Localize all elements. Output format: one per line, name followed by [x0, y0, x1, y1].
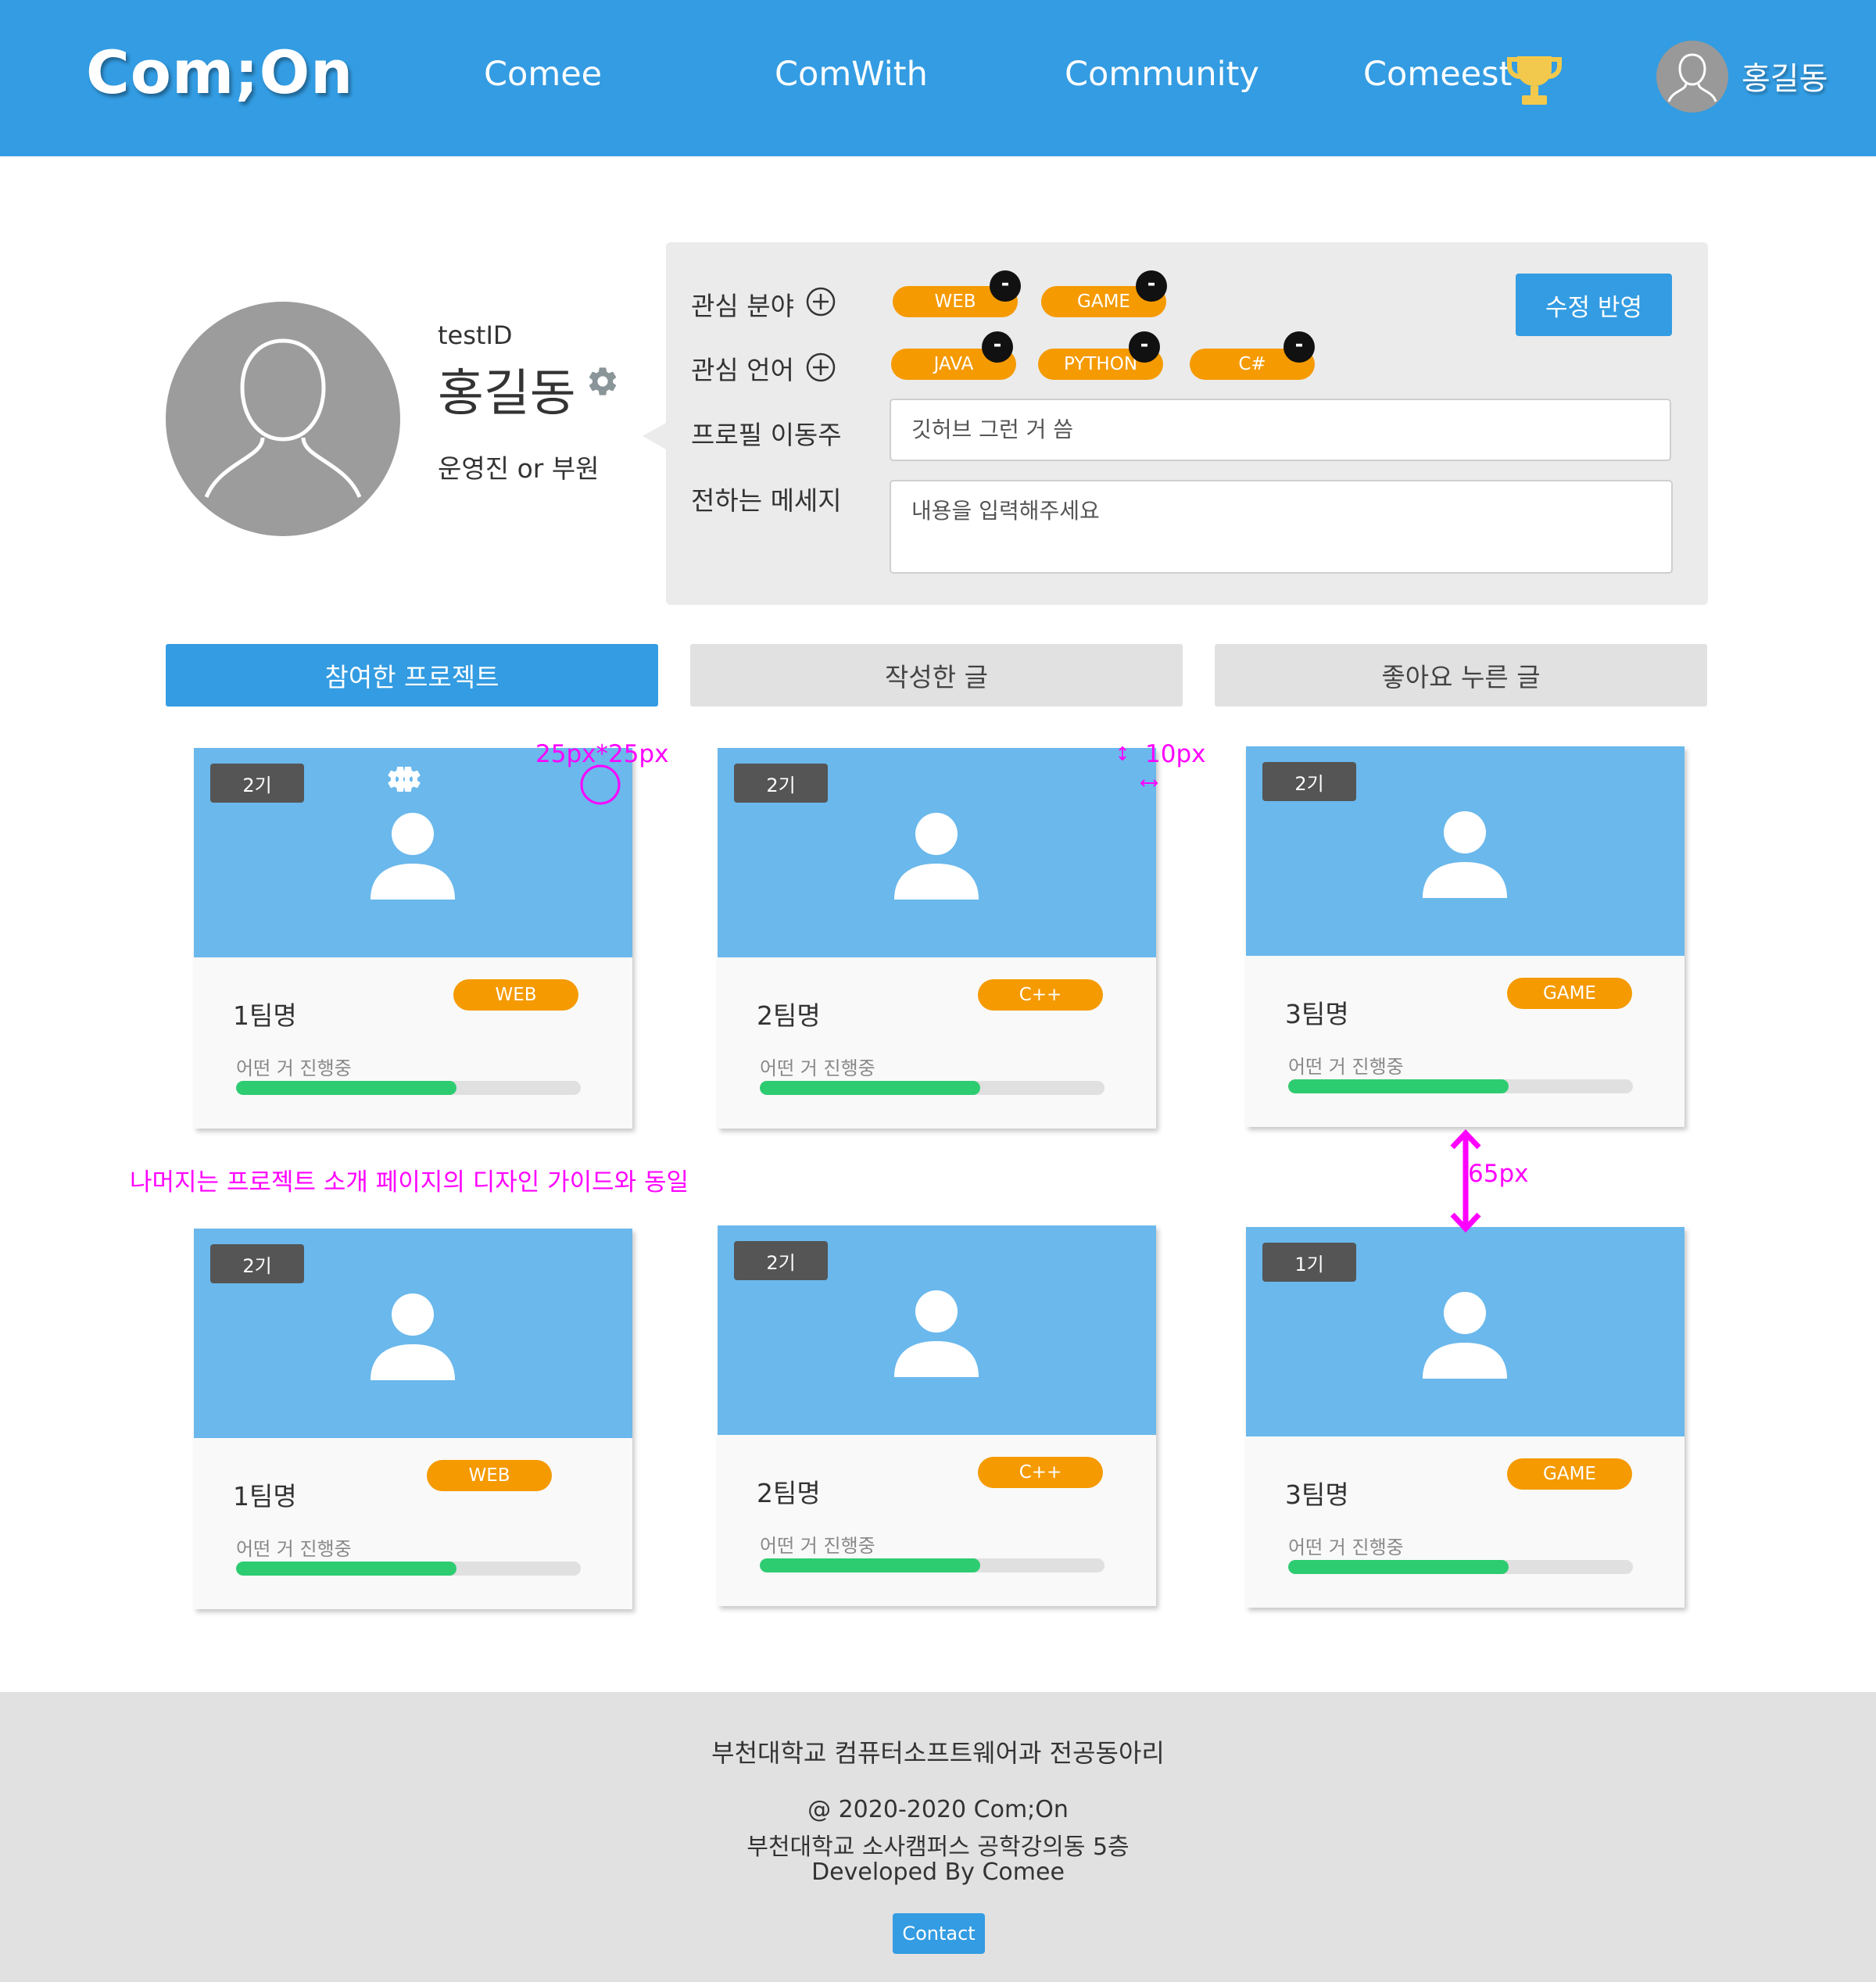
remove-tag-icon[interactable]: - — [1283, 331, 1315, 363]
user-avatar-icon[interactable] — [1656, 41, 1728, 113]
project-status: 어떤 거 진행중 — [1288, 1537, 1404, 1558]
project-status: 어떤 거 진행중 — [1288, 1056, 1404, 1078]
generation-badge: 2기 — [734, 764, 828, 803]
person-icon — [371, 813, 455, 900]
profile-role: 운영진 or 부원 — [438, 453, 600, 484]
footer-address: 부천대학교 소사캠퍼스 공학강의동 5층 — [746, 1834, 1130, 1861]
project-progress-bar — [236, 1081, 581, 1095]
generation-badge: 2기 — [210, 764, 304, 803]
project-status: 어떤 거 진행중 — [236, 1057, 352, 1079]
team-name: 3팀명 — [1285, 1479, 1349, 1510]
card-settings-gear-icon[interactable] — [385, 764, 416, 795]
nav-item-comee[interactable]: Comee — [484, 55, 602, 94]
footer-developer: Developed By Comee — [811, 1859, 1065, 1886]
interest-field-label: 관심 분야 — [691, 291, 794, 321]
add-interest-field-icon[interactable] — [805, 286, 836, 317]
person-icon — [894, 1290, 979, 1377]
profile-name: 홍길동 — [438, 365, 576, 423]
project-card-image: 2기 — [718, 1225, 1156, 1435]
generation-badge: 2기 — [1262, 762, 1356, 801]
person-icon — [1423, 1292, 1507, 1379]
project-progress-fill — [1288, 1079, 1509, 1093]
project-card[interactable]: 2기 2팀명 C++ 어떤 거 진행중 — [388, 748, 1156, 1129]
team-name: 1팀명 — [233, 1000, 297, 1031]
user-silhouette-icon — [204, 338, 362, 499]
generation-badge: 1기 — [1262, 1243, 1356, 1282]
remove-tag-icon[interactable]: - — [1136, 270, 1167, 302]
project-tag: WEB — [453, 979, 578, 1011]
person-icon — [894, 813, 979, 900]
project-progress-fill — [1288, 1560, 1509, 1574]
project-status: 어떤 거 진행중 — [760, 1535, 875, 1557]
user-name-link[interactable]: 홍길동 — [1742, 53, 1828, 98]
top-navigation-bar: Com;On Comee ComWith Community Comeest 홍… — [0, 0, 1876, 156]
remove-tag-icon[interactable]: - — [990, 270, 1021, 302]
tab-participated-projects[interactable]: 참여한 프로젝트 — [166, 644, 658, 707]
team-name: 3팀명 — [1285, 999, 1349, 1029]
project-progress-bar — [760, 1081, 1104, 1095]
project-status: 어떤 거 진행중 — [236, 1538, 352, 1560]
trophy-icon — [1507, 56, 1562, 105]
remove-tag-icon[interactable]: - — [1129, 331, 1160, 363]
project-progress-bar — [1288, 1560, 1633, 1574]
message-textarea[interactable]: 내용을 입력해주세요 — [890, 480, 1673, 574]
project-card-image: 1기 — [1246, 1227, 1684, 1436]
project-card[interactable]: 2기 3팀명 GAME 어떤 거 진행중 — [1246, 746, 1684, 1127]
project-tag: GAME — [1507, 1458, 1632, 1490]
nav-item-community[interactable]: Community — [1065, 55, 1259, 94]
project-progress-fill — [236, 1081, 457, 1095]
team-name: 1팀명 — [233, 1481, 297, 1512]
project-progress-fill — [236, 1562, 457, 1576]
project-card-image: 2기 — [1246, 746, 1684, 956]
person-icon — [371, 1293, 455, 1380]
team-name: 2팀명 — [757, 1478, 821, 1508]
footer-title: 부천대학교 컴퓨터소프트웨어과 전공동아리 — [711, 1738, 1165, 1768]
generation-badge: 2기 — [734, 1241, 828, 1280]
project-card-image: 2기 — [388, 748, 1156, 957]
annotation-design-note: 나머지는 프로젝트 소개 페이지의 디자인 가이드와 동일 — [130, 1168, 689, 1197]
interest-lang-label: 관심 언어 — [691, 355, 794, 385]
project-progress-fill — [760, 1081, 981, 1095]
project-status: 어떤 거 진행중 — [760, 1057, 875, 1079]
project-tag: WEB — [427, 1460, 552, 1491]
project-card[interactable]: 1기 3팀명 GAME 어떤 거 진행중 — [1246, 1227, 1684, 1608]
generation-badge: 2기 — [210, 1244, 304, 1283]
nav-item-comwith[interactable]: ComWith — [775, 55, 928, 94]
project-progress-fill — [760, 1558, 981, 1572]
save-profile-button[interactable]: 수정 반영 — [1516, 274, 1672, 336]
site-logo[interactable]: Com;On — [86, 38, 353, 107]
annotation-row-gap: 65px — [1468, 1160, 1529, 1188]
add-interest-lang-icon[interactable] — [805, 352, 836, 383]
tab-written-posts[interactable]: 작성한 글 — [690, 644, 1183, 707]
project-progress-bar — [236, 1562, 581, 1576]
team-name: 2팀명 — [757, 1000, 821, 1031]
project-progress-bar — [1288, 1079, 1633, 1093]
project-card[interactable]: 2기 1팀명 WEB 어떤 거 진행중 — [194, 748, 632, 1129]
profile-avatar — [166, 302, 400, 536]
panel-pointer — [643, 422, 668, 450]
project-tag: C++ — [978, 1457, 1103, 1488]
person-icon — [1423, 811, 1507, 898]
project-card[interactable]: 2기 2팀명 C++ 어떤 거 진행중 — [718, 1225, 1156, 1606]
annotation-offset-arrows — [1119, 746, 1158, 787]
tab-liked-posts[interactable]: 좋아요 누른 글 — [1215, 644, 1707, 707]
contact-button[interactable]: Contact — [893, 1913, 985, 1954]
profile-link-label: 프로필 이동주 — [691, 420, 842, 450]
annotation-circle — [580, 764, 621, 805]
project-progress-bar — [760, 1558, 1104, 1572]
message-label: 전하는 메세지 — [691, 485, 842, 516]
project-tag: C++ — [978, 979, 1103, 1011]
project-card-image: 2기 — [194, 1229, 632, 1438]
footer-copyright: @ 2020-2020 Com;On — [807, 1796, 1069, 1823]
remove-tag-icon[interactable]: - — [982, 331, 1013, 363]
nav-item-comeest[interactable]: Comeest — [1363, 55, 1512, 94]
project-card[interactable]: 2기 1팀명 WEB 어떤 거 진행중 — [194, 1229, 632, 1609]
settings-gear-icon[interactable] — [585, 364, 620, 399]
profile-id: testID — [438, 320, 513, 350]
project-tag: GAME — [1507, 978, 1632, 1009]
profile-link-input[interactable]: 깃허브 그런 거 씀 — [890, 399, 1671, 461]
